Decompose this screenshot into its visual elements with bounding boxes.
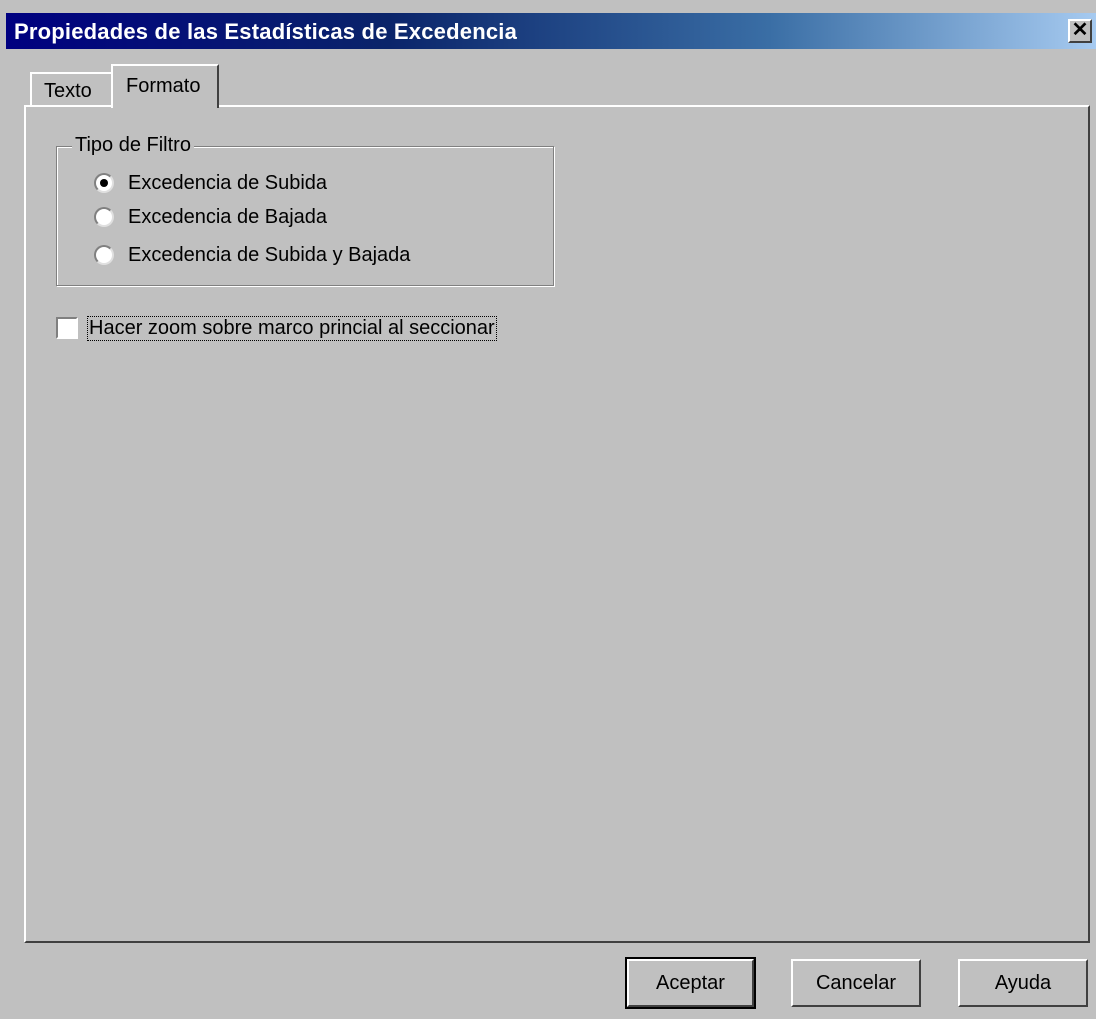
- radio-excedencia-subida-bajada[interactable]: Excedencia de Subida y Bajada: [94, 240, 426, 270]
- radio-label: Excedencia de Subida: [128, 171, 328, 194]
- tab-texto[interactable]: Texto: [30, 72, 114, 106]
- ok-button-label: Aceptar: [656, 971, 725, 994]
- ok-button[interactable]: Aceptar: [625, 957, 756, 1009]
- title-bar[interactable]: Propiedades de las Estadísticas de Exced…: [6, 13, 1096, 49]
- radio-excedencia-bajada[interactable]: Excedencia de Bajada: [94, 202, 327, 232]
- help-button[interactable]: Ayuda: [958, 959, 1088, 1007]
- radio-excedencia-subida[interactable]: Excedencia de Subida: [94, 168, 327, 198]
- close-button[interactable]: ✕: [1068, 19, 1092, 43]
- cancel-button-label: Cancelar: [815, 971, 897, 994]
- radio-button-selected[interactable]: [94, 173, 114, 193]
- cancel-button[interactable]: Cancelar: [791, 959, 921, 1007]
- zoom-on-section-option[interactable]: Hacer zoom sobre marco princial al secci…: [56, 313, 497, 343]
- radio-button[interactable]: [94, 207, 114, 227]
- radio-label: Excedencia de Subida y Bajada: [128, 243, 411, 266]
- filter-type-group-label: Tipo de Filtro: [72, 134, 194, 157]
- tab-label: Texto: [44, 80, 92, 102]
- properties-dialog: Propiedades de las Estadísticas de Exced…: [0, 0, 1096, 1019]
- help-button-label: Ayuda: [994, 971, 1052, 994]
- zoom-checkbox[interactable]: [56, 317, 78, 339]
- window-title: Propiedades de las Estadísticas de Exced…: [14, 19, 518, 44]
- zoom-checkbox-label[interactable]: Hacer zoom sobre marco princial al secci…: [87, 315, 497, 341]
- radio-button[interactable]: [94, 245, 114, 265]
- tab-formato[interactable]: Formato: [111, 64, 219, 108]
- tab-label: Formato: [126, 75, 201, 97]
- radio-label: Excedencia de Bajada: [128, 205, 328, 228]
- close-icon: ✕: [1071, 19, 1089, 41]
